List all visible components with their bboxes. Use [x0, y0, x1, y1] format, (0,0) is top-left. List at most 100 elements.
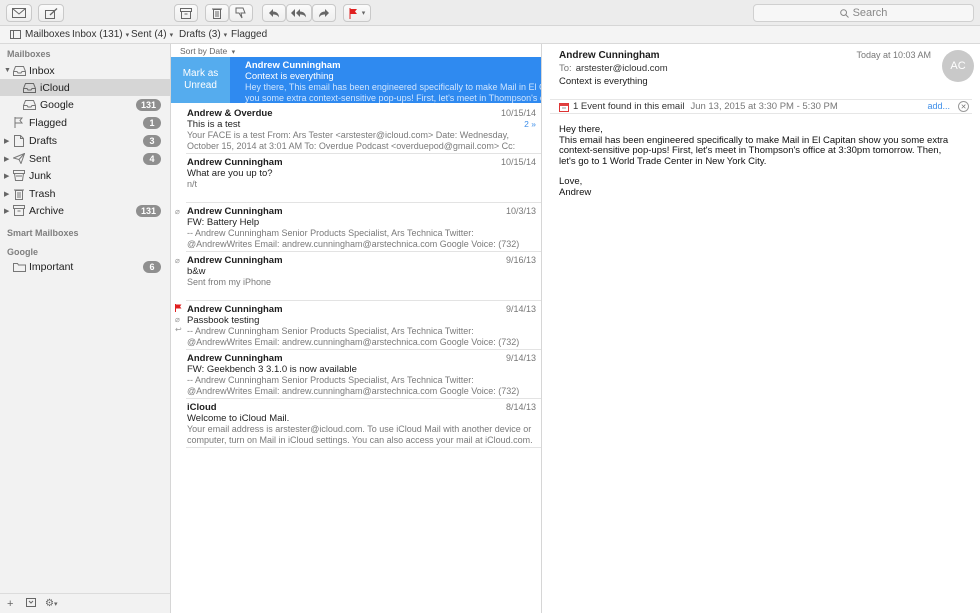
- activity-tray-icon[interactable]: [26, 598, 36, 610]
- replied-arrow-icon: ↩: [175, 325, 182, 334]
- sidebar-item-inbox[interactable]: ▼ Inbox: [0, 62, 170, 79]
- envelope-icon: [12, 8, 26, 18]
- message-date: 10/15/14: [500, 157, 536, 167]
- sidebar-item-drafts[interactable]: ▶ Drafts 3: [0, 132, 170, 149]
- message-preview: Your FACE is a test From: Ars Tester <ar…: [187, 130, 516, 151]
- compose-button[interactable]: [38, 4, 64, 22]
- message-row[interactable]: Andrew Cunningham 9/14/13 FW: Geekbench …: [171, 350, 541, 399]
- selected-message-row[interactable]: Mark as Unread Andrew Cunningham Context…: [171, 57, 541, 103]
- count-badge: 1: [143, 116, 161, 129]
- message-date: 10/3/13: [505, 206, 536, 216]
- red-flag-icon: [175, 304, 182, 314]
- message-preview: -- Andrew Cunningham Senior Products Spe…: [187, 375, 520, 396]
- disclosure-open-icon[interactable]: ▼: [4, 67, 11, 74]
- message-row[interactable]: Andrew & Overdue 10/15/14 This is a test…: [171, 105, 541, 154]
- message-header-to: To: arstester@icloud.com: [559, 63, 668, 74]
- message-sender: iCloud: [187, 402, 217, 413]
- chevron-down-icon: ▾: [231, 49, 236, 56]
- sidebar-item-junk[interactable]: ▶ Junk: [0, 167, 170, 184]
- message-preview: -- Andrew Cunningham Senior Products Spe…: [187, 326, 520, 347]
- paperclip-icon: ⌀: [175, 207, 180, 216]
- count-badge: 131: [135, 204, 161, 217]
- flag-button[interactable]: ▾: [343, 4, 371, 22]
- junk-button[interactable]: [229, 4, 253, 22]
- body-signature: Andrew: [559, 186, 592, 198]
- recipient-address[interactable]: arstester@icloud.com: [576, 63, 668, 74]
- sidebar-item-important[interactable]: Important 6: [0, 258, 170, 275]
- count-badge: 4: [143, 152, 161, 165]
- row-divider: [186, 447, 541, 448]
- sidebar-section-mailboxes: Mailboxes: [7, 49, 51, 59]
- count-badge: 3: [143, 134, 161, 147]
- inbox-tray-icon: [12, 65, 26, 77]
- sidebar-item-google[interactable]: Google 131: [0, 96, 170, 113]
- sidebar-item-icloud[interactable]: iCloud: [0, 79, 170, 96]
- sidebar-item-trash[interactable]: ▶ Trash: [0, 185, 170, 202]
- message-subject: b&w: [187, 266, 206, 277]
- favorites-flagged-label: Flagged: [231, 29, 268, 40]
- add-event-link[interactable]: add...: [927, 101, 950, 111]
- thread-count[interactable]: 2 »: [524, 119, 536, 129]
- message-row[interactable]: iCloud 8/14/13 Welcome to iCloud Mail. Y…: [171, 399, 541, 448]
- favorites-inbox[interactable]: Inbox (131) ▾: [72, 29, 129, 40]
- message-header-sender[interactable]: Andrew Cunningham: [559, 50, 660, 61]
- reply-button[interactable]: [262, 4, 286, 22]
- mark-as-unread-button[interactable]: Mark as Unread: [171, 57, 230, 103]
- add-mailbox-icon[interactable]: +: [7, 598, 13, 610]
- paper-plane-icon: [12, 153, 26, 165]
- sidebar-section-google[interactable]: Google: [7, 247, 38, 257]
- reply-all-button[interactable]: [286, 4, 312, 22]
- sidebar-item-label: Junk: [29, 169, 52, 182]
- disclosure-closed-icon[interactable]: ▶: [4, 190, 9, 198]
- search-icon: [839, 8, 849, 18]
- count-badge: 6: [143, 260, 161, 273]
- sidebar-item-archive[interactable]: ▶ Archive 131: [0, 202, 170, 219]
- flag-icon: [12, 117, 26, 129]
- sidebar-footer: + ⚙▾: [0, 593, 170, 613]
- sort-menu[interactable]: Sort by Date ▾: [180, 46, 235, 56]
- message-subject: FW: Geekbench 3 3.1.0 is now available: [187, 364, 357, 375]
- disclosure-closed-icon[interactable]: ▶: [4, 207, 9, 215]
- message-row[interactable]: ⌀ Andrew Cunningham 10/3/13 FW: Battery …: [171, 203, 541, 252]
- favorites-flagged[interactable]: Flagged: [231, 29, 267, 40]
- sidebar-item-label: Google: [40, 98, 74, 111]
- disclosure-closed-icon[interactable]: ▶: [4, 137, 9, 145]
- archive-button[interactable]: [174, 4, 198, 22]
- disclosure-closed-icon[interactable]: ▶: [4, 155, 9, 163]
- favorites-mailboxes-label: Mailboxes: [25, 29, 71, 40]
- gear-icon[interactable]: ⚙▾: [45, 598, 57, 609]
- unread-count-badge: 131: [135, 98, 161, 111]
- message-subject: FW: Battery Help: [187, 217, 260, 228]
- sidebar-section-smart-mailboxes[interactable]: Smart Mailboxes: [7, 228, 79, 238]
- sort-label: Sort by Date: [180, 46, 228, 56]
- forward-button[interactable]: [312, 4, 336, 22]
- chevron-down-icon: ▾: [223, 31, 228, 39]
- sidebar-item-label: Sent: [29, 152, 51, 165]
- message-subject: What are you up to?: [187, 168, 273, 179]
- message-preview: Hey there, This email has been engineere…: [245, 82, 541, 103]
- message-sender: Andrew Cunningham: [187, 157, 283, 168]
- message-date: 9/16/13: [505, 255, 536, 265]
- message-sender: Andrew & Overdue: [187, 108, 273, 119]
- message-preview: n/t: [187, 179, 198, 189]
- message-row[interactable]: Andrew Cunningham 10/15/14 What are you …: [171, 154, 541, 203]
- get-mail-button[interactable]: [6, 4, 32, 22]
- close-icon[interactable]: ✕: [958, 101, 969, 112]
- favorites-drafts[interactable]: Drafts (3) ▾: [179, 29, 227, 40]
- sidebar: Mailboxes ▼ Inbox iCloud Google 131 Flag…: [0, 44, 171, 613]
- forward-arrow-icon: [319, 9, 329, 18]
- to-label: To:: [559, 63, 572, 74]
- delete-button[interactable]: [205, 4, 229, 22]
- favorites-sent[interactable]: Sent (4) ▾: [131, 29, 173, 40]
- disclosure-closed-icon[interactable]: ▶: [4, 172, 9, 180]
- message-sender: Andrew Cunningham: [187, 255, 283, 266]
- favorites-mailboxes[interactable]: Mailboxes: [10, 29, 70, 40]
- search-field[interactable]: Search: [753, 4, 974, 22]
- sidebar-item-flagged[interactable]: Flagged 1: [0, 114, 170, 131]
- message-row[interactable]: ⌀ Andrew Cunningham 9/16/13 b&w Sent fro…: [171, 252, 541, 301]
- red-flag-icon: [349, 7, 357, 19]
- sidebar-item-sent[interactable]: ▶ Sent 4: [0, 150, 170, 167]
- message-row[interactable]: ⌀ ↩ Andrew Cunningham 9/14/13 Passbook t…: [171, 301, 541, 350]
- inbox-tray-icon: [22, 82, 36, 94]
- message-body: Hey there, This email has been engineere…: [559, 124, 959, 198]
